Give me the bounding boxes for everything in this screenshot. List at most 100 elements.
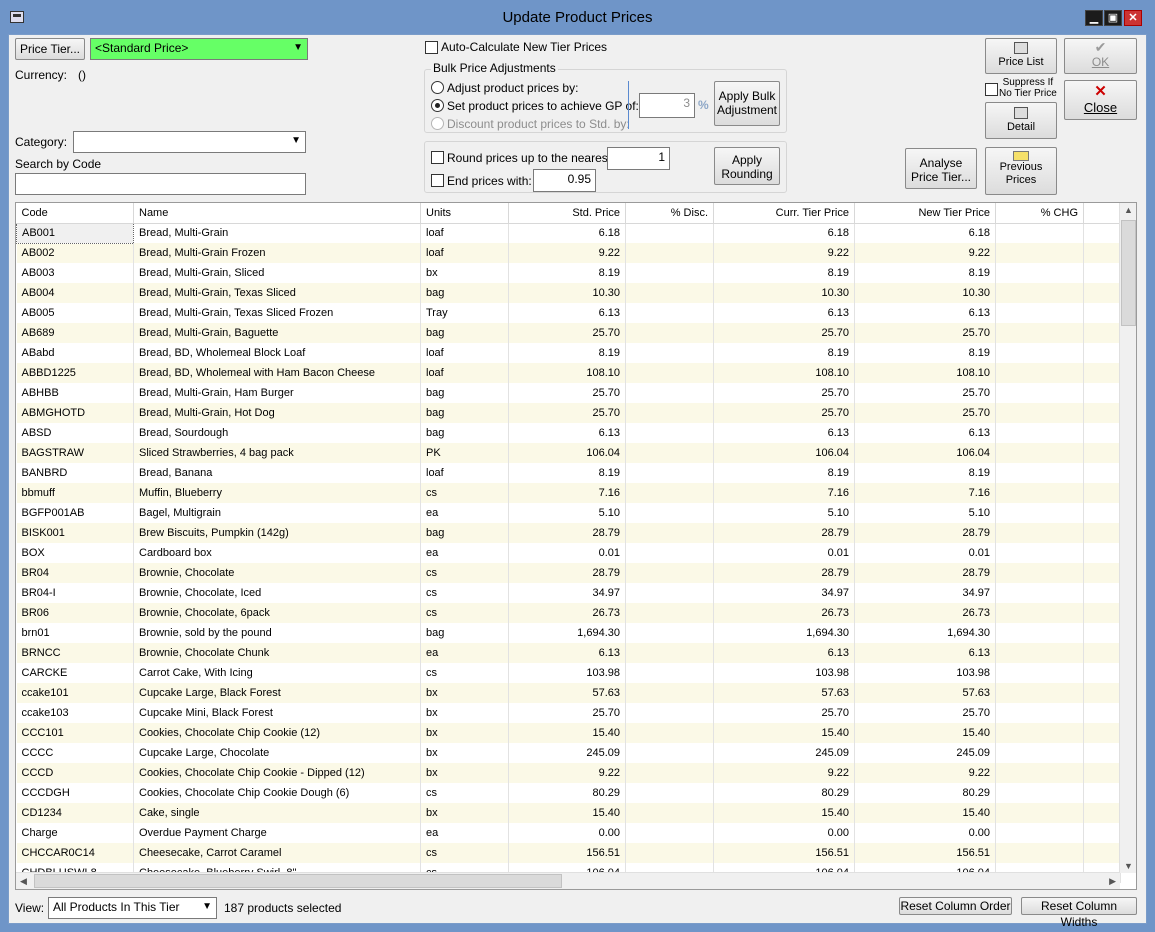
cell-std-price[interactable]: 34.97 (508, 583, 626, 603)
cell-disc[interactable] (625, 603, 714, 623)
cell-curr-tier[interactable]: 5.10 (713, 503, 855, 523)
cell-units[interactable]: loaf (420, 463, 509, 483)
cell-units[interactable]: cs (420, 603, 509, 623)
cell-curr-tier[interactable]: 106.04 (713, 443, 855, 463)
cell-name[interactable]: Cookies, Chocolate Chip Cookie - Dipped … (133, 763, 421, 783)
cell-new-tier[interactable]: 106.04 (854, 443, 996, 463)
cell-curr-tier[interactable]: 28.79 (713, 563, 855, 583)
table-row[interactable]: AB001 Bread, Multi-Grain loaf 6.18 6.18 6.18 (16, 222, 1121, 244)
cell-disc[interactable] (625, 523, 714, 543)
table-row[interactable]: brn01 Brownie, sold by the pound bag 1,694.… (16, 623, 1121, 643)
cell-name[interactable]: Bread, Multi-Grain, Texas Sliced (133, 283, 421, 303)
cell-name[interactable]: Cupcake Mini, Black Forest (133, 703, 421, 723)
cell-units[interactable]: cs (420, 483, 509, 503)
table-row[interactable]: ABHBB Bread, Multi-Grain, Ham Burger bag 25… (16, 383, 1121, 403)
cell-code[interactable]: CCCDGH (16, 783, 134, 803)
cell-new-tier[interactable]: 25.70 (854, 323, 996, 343)
table-row[interactable]: bbmuff Muffin, Blueberry cs 7.16 7.16 7.16 (16, 483, 1121, 503)
cell-new-tier[interactable]: 25.70 (854, 383, 996, 403)
cell-disc[interactable] (625, 683, 714, 703)
table-row[interactable]: AB002 Bread, Multi-Grain Frozen loaf 9.22 9.… (16, 243, 1121, 263)
previous-prices-button[interactable]: Previous Prices (985, 147, 1057, 195)
cell-curr-tier[interactable]: 25.70 (713, 703, 855, 723)
cell-chg[interactable] (995, 383, 1084, 403)
cell-std-price[interactable]: 28.79 (508, 523, 626, 543)
col-header-curr-tier[interactable]: Curr. Tier Price (713, 203, 855, 224)
cell-curr-tier[interactable]: 15.40 (713, 723, 855, 743)
table-row[interactable]: CCCC Cupcake Large, Chocolate bx 245.09 245.… (16, 743, 1121, 763)
cell-name[interactable]: Bread, Sourdough (133, 423, 421, 443)
close-button[interactable]: ✕ Close (1064, 80, 1137, 120)
cell-new-tier[interactable]: 25.70 (854, 703, 996, 723)
table-row[interactable]: BR04 Brownie, Chocolate cs 28.79 28.79 28.79 (16, 563, 1121, 583)
cell-new-tier[interactable]: 9.22 (854, 243, 996, 263)
cell-name[interactable]: Brownie, Chocolate, 6pack (133, 603, 421, 623)
cell-std-price[interactable]: 8.19 (508, 463, 626, 483)
table-row[interactable]: CCCD Cookies, Chocolate Chip Cookie - Dip… (16, 763, 1121, 783)
cell-new-tier[interactable]: 28.79 (854, 523, 996, 543)
cell-std-price[interactable]: 8.19 (508, 263, 626, 283)
cell-chg[interactable] (995, 803, 1084, 823)
cell-std-price[interactable]: 6.13 (508, 303, 626, 323)
cell-chg[interactable] (995, 523, 1084, 543)
cell-new-tier[interactable]: 15.40 (854, 803, 996, 823)
cell-code[interactable]: BGFP001AB (16, 503, 134, 523)
cell-new-tier[interactable]: 10.30 (854, 283, 996, 303)
cell-new-tier[interactable]: 6.13 (854, 303, 996, 323)
cell-curr-tier[interactable]: 9.22 (713, 243, 855, 263)
col-header-code[interactable]: Code (16, 203, 134, 224)
cell-new-tier[interactable]: 26.73 (854, 603, 996, 623)
cell-std-price[interactable]: 108.10 (508, 363, 626, 383)
search-input[interactable] (15, 173, 306, 195)
cell-new-tier[interactable]: 103.98 (854, 663, 996, 683)
cell-units[interactable]: loaf (420, 363, 509, 383)
table-row[interactable]: BR04-I Brownie, Chocolate, Iced cs 34.97 34.… (16, 583, 1121, 603)
cell-code[interactable]: ABHBB (16, 383, 134, 403)
cell-new-tier[interactable]: 8.19 (854, 343, 996, 363)
cell-code[interactable]: ABMGHOTD (16, 403, 134, 423)
cell-new-tier[interactable]: 28.79 (854, 563, 996, 583)
cell-units[interactable]: bag (420, 383, 509, 403)
apply-bulk-button[interactable]: Apply Bulk Adjustment (714, 81, 780, 126)
cell-name[interactable]: Bread, Multi-Grain (133, 223, 421, 243)
cell-disc[interactable] (625, 803, 714, 823)
cell-code[interactable]: BR04 (16, 563, 134, 583)
cell-disc[interactable] (625, 303, 714, 323)
cell-name[interactable]: Cheesecake, Carrot Caramel (133, 843, 421, 863)
cell-disc[interactable] (625, 443, 714, 463)
cell-new-tier[interactable]: 25.70 (854, 403, 996, 423)
cell-chg[interactable] (995, 663, 1084, 683)
cell-curr-tier[interactable]: 6.13 (713, 303, 855, 323)
discount-prices-radio[interactable] (431, 117, 444, 130)
cell-units[interactable]: bag (420, 403, 509, 423)
col-header-units[interactable]: Units (420, 203, 509, 224)
scroll-left-icon[interactable]: ◀ (20, 876, 27, 887)
cell-new-tier[interactable]: 1,694.30 (854, 623, 996, 643)
cell-disc[interactable] (625, 823, 714, 843)
cell-disc[interactable] (625, 543, 714, 563)
cell-code[interactable]: BRNCC (16, 643, 134, 663)
cell-disc[interactable] (625, 263, 714, 283)
products-grid[interactable]: Code Name Units Std. Price % Disc. Curr.… (15, 202, 1137, 890)
suppress-checkbox[interactable] (985, 83, 998, 96)
cell-chg[interactable] (995, 403, 1084, 423)
cell-disc[interactable] (625, 283, 714, 303)
cell-std-price[interactable]: 6.13 (508, 643, 626, 663)
auto-calc-checkbox[interactable] (425, 41, 438, 54)
table-row[interactable]: AB689 Bread, Multi-Grain, Baguette bag 25.7… (16, 323, 1121, 343)
price-tier-select[interactable]: <Standard Price> ▼ (90, 38, 308, 60)
cell-chg[interactable] (995, 323, 1084, 343)
table-row[interactable]: BR06 Brownie, Chocolate, 6pack cs 26.73 26.7… (16, 603, 1121, 623)
cell-chg[interactable] (995, 503, 1084, 523)
cell-chg[interactable] (995, 843, 1084, 863)
cell-std-price[interactable]: 1,694.30 (508, 623, 626, 643)
cell-name[interactable]: Bread, Multi-Grain, Hot Dog (133, 403, 421, 423)
cell-units[interactable]: bx (420, 803, 509, 823)
cell-disc[interactable] (625, 463, 714, 483)
cell-name[interactable]: Brew Biscuits, Pumpkin (142g) (133, 523, 421, 543)
cell-new-tier[interactable]: 0.00 (854, 823, 996, 843)
cell-chg[interactable] (995, 463, 1084, 483)
cell-name[interactable]: Bread, Multi-Grain, Sliced (133, 263, 421, 283)
cell-std-price[interactable]: 9.22 (508, 243, 626, 263)
cell-std-price[interactable]: 103.98 (508, 663, 626, 683)
